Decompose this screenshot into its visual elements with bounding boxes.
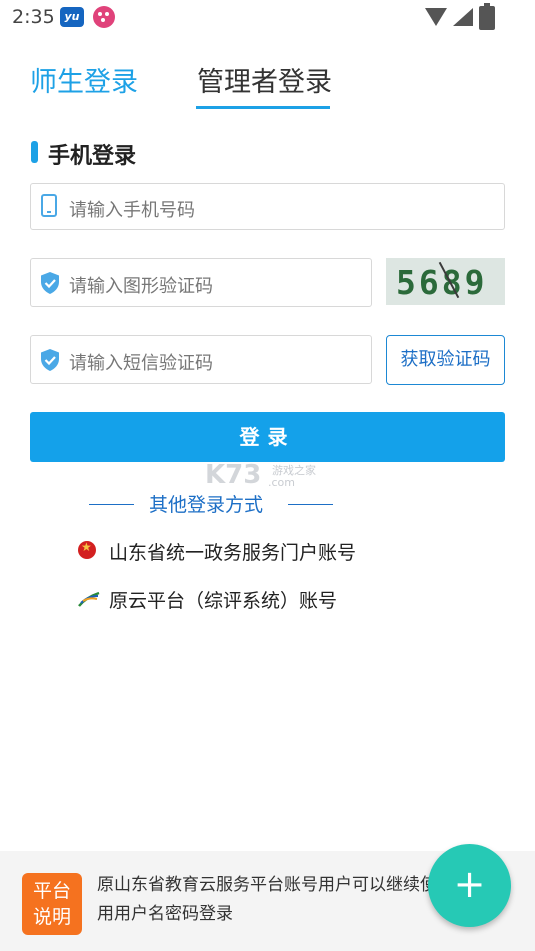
- yuanyun-icon: [78, 591, 100, 607]
- signal-icon: [453, 8, 473, 26]
- image-code-placeholder: 请输入图形验证码: [69, 276, 213, 297]
- get-sms-code-button[interactable]: 获取验证码: [386, 335, 505, 385]
- captcha-image[interactable]: 5689: [386, 258, 505, 305]
- active-tab-indicator: [196, 106, 330, 109]
- shield-icon: [41, 272, 59, 294]
- image-code-input[interactable]: 请输入图形验证码: [30, 258, 372, 307]
- login-button[interactable]: 登录: [30, 412, 505, 462]
- phone-input[interactable]: 请输入手机号码: [30, 183, 505, 230]
- section-title: 手机登录: [48, 144, 137, 169]
- watermark-url: .com: [268, 476, 295, 489]
- sms-code-input[interactable]: 请输入短信验证码: [30, 335, 372, 384]
- shandong-gov-login-label: 山东省统一政务服务门户账号: [109, 542, 357, 564]
- badge-line-1: 平台: [32, 880, 71, 902]
- phone-icon: [41, 194, 57, 217]
- sms-code-placeholder: 请输入短信验证码: [69, 353, 213, 374]
- platform-info-badge[interactable]: 平台 说明: [22, 873, 82, 935]
- divider-right: [288, 504, 333, 505]
- game-notification-icon: [93, 6, 115, 28]
- app-notification-icon: yu: [60, 7, 84, 27]
- wifi-icon: [425, 8, 447, 26]
- watermark-logo: K73: [205, 460, 262, 490]
- add-fab-button[interactable]: +: [428, 844, 511, 927]
- tab-admin-login[interactable]: 管理者登录: [197, 60, 332, 99]
- phone-placeholder: 请输入手机号码: [69, 200, 195, 221]
- divider-left: [89, 504, 134, 505]
- badge-line-2: 说明: [32, 906, 71, 928]
- yuanyun-login-label: 原云平台（综评系统）账号: [109, 590, 338, 612]
- platform-notice-text: 原山东省教育云服务平台账号用户可以继续使用用户名密码登录: [97, 875, 437, 924]
- status-bar: 2:35 yu: [0, 0, 535, 36]
- other-login-title: 其他登录方式: [149, 494, 264, 516]
- tab-student-login[interactable]: 师生登录: [30, 60, 138, 99]
- shield-icon: [41, 349, 59, 371]
- status-time: 2:35: [12, 6, 55, 28]
- section-accent-bar: [31, 141, 38, 163]
- emblem-icon: [78, 540, 96, 559]
- battery-icon: [479, 3, 495, 30]
